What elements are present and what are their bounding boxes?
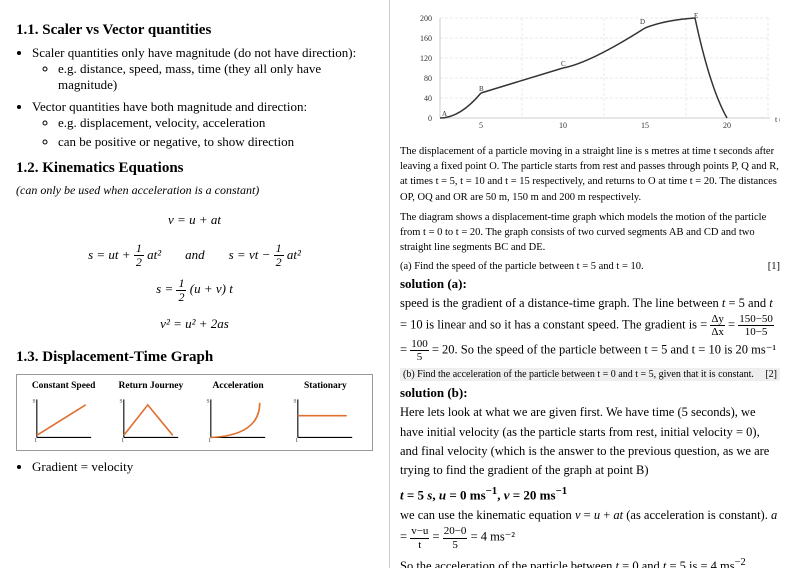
- sol-b-frac1: v−u t: [410, 525, 429, 550]
- section1-list: Scaler quantities only have magnitude (d…: [32, 45, 373, 150]
- svg-text:80: 80: [424, 74, 432, 83]
- sol-b-frac2: 20−0 5: [443, 525, 468, 550]
- svg-text:160: 160: [420, 34, 432, 43]
- section1-title: 1.1. Scaler vs Vector quantities: [16, 22, 373, 39]
- section-2: 1.2. Kinematics Equations (can only be u…: [16, 160, 373, 339]
- eq2: s = ut + 1 2 at²: [88, 241, 161, 270]
- svg-text:200: 200: [420, 14, 432, 23]
- sol-a-frac2: 150−50 10−5: [738, 313, 774, 338]
- part-b-text: (b) Find the acceleration of the particl…: [403, 369, 754, 380]
- sol-b-bold-eq: t = 5 s, u = 0 ms−1, v = 20 ms−1: [400, 485, 780, 503]
- svg-text:E: E: [694, 12, 698, 20]
- section3-title: 1.3. Displacement-Time Graph: [16, 349, 373, 366]
- equations-block: v = u + at s = ut + 1 2 at² and s = vt −…: [16, 206, 373, 339]
- svg-text:5: 5: [479, 121, 483, 130]
- graph-svg-1: t s: [116, 394, 186, 444]
- diagram-text: The diagram shows a displacement-time gr…: [400, 210, 780, 256]
- list-item: can be positive or negative, to show dir…: [58, 134, 373, 150]
- sol-b-final: So the acceleration of the particle betw…: [400, 555, 780, 568]
- graph-label-3: Stationary: [304, 381, 347, 391]
- eq5: v² = u² + 2as: [160, 310, 229, 339]
- svg-text:15: 15: [641, 121, 649, 130]
- list-item: Scaler quantities only have magnitude (d…: [32, 45, 373, 93]
- chart-svg: 0 40 80 120 160 200 5 10 15 20 t (s) A: [400, 8, 780, 138]
- svg-text:120: 120: [420, 54, 432, 63]
- list-item: e.g. distance, speed, mass, time (they a…: [58, 61, 373, 93]
- graph-svg-2: t s: [203, 394, 273, 444]
- svg-text:A: A: [442, 110, 447, 118]
- section2-title: 1.2. Kinematics Equations: [16, 160, 373, 177]
- graph-return: Return Journey t s: [110, 381, 191, 444]
- graph-acceleration: Acceleration t s: [198, 381, 279, 444]
- part-b-label: (b) Find the acceleration of the particl…: [400, 368, 780, 381]
- and-label: and: [185, 241, 205, 270]
- list-item: e.g. displacement, velocity, acceleratio…: [58, 115, 373, 131]
- graph-constant-speed: Constant Speed t s: [23, 381, 104, 444]
- graph-label-1: Return Journey: [119, 381, 184, 391]
- graph-label-2: Acceleration: [213, 381, 264, 391]
- svg-text:s: s: [207, 395, 210, 404]
- sol-a-eq1: =: [728, 317, 738, 331]
- part-a-label: (a) Find the speed of the particle betwe…: [400, 261, 780, 272]
- left-panel: 1.1. Scaler vs Vector quantities Scaler …: [0, 0, 390, 568]
- sol-a-result: = 20. So the speed of the particle betwe…: [432, 343, 776, 357]
- can-only-text: (can only be used when acceleration is a…: [16, 183, 373, 198]
- sol-a-heading: solution (a):: [400, 276, 780, 292]
- part-a-marks: [1]: [768, 261, 780, 272]
- sol-a-frac1: Δy Δx: [710, 313, 725, 338]
- problem-text: The displacement of a particle moving in…: [400, 144, 780, 205]
- section-1: 1.1. Scaler vs Vector quantities Scaler …: [16, 22, 373, 150]
- sol-a-frac3: 100 5: [410, 338, 429, 363]
- right-panel: 0 40 80 120 160 200 5 10 15 20 t (s) A: [390, 0, 790, 568]
- graph-svg-0: t s: [29, 394, 99, 444]
- sol-b-heading: solution (b):: [400, 385, 780, 401]
- svg-text:40: 40: [424, 94, 432, 103]
- svg-text:B: B: [479, 85, 484, 93]
- section-3: 1.3. Displacement-Time Graph Constant Sp…: [16, 349, 373, 475]
- svg-text:s: s: [294, 395, 297, 404]
- graphs-row: Constant Speed t s Return Journey t s: [16, 374, 373, 451]
- part-a-text: (a) Find the speed of the particle betwe…: [400, 261, 644, 272]
- gradient-item: Gradient = velocity: [32, 459, 373, 475]
- sol-b-body2: we can use the kinematic equation v = u …: [400, 506, 780, 551]
- eq4: s = 1 2 (u + v) t: [156, 275, 233, 304]
- sol-b-body1: Here lets look at what we are given firs…: [400, 403, 780, 481]
- svg-text:s: s: [119, 395, 122, 404]
- part-b-marks: [2]: [765, 369, 777, 380]
- svg-text:10: 10: [559, 121, 567, 130]
- graph-label-0: Constant Speed: [32, 381, 96, 391]
- svg-text:20: 20: [723, 121, 731, 130]
- eq1: v = u + at: [168, 206, 221, 235]
- svg-text:t (s): t (s): [775, 115, 780, 124]
- sol-a-body: speed is the gradient of a distance-time…: [400, 294, 780, 364]
- svg-text:C: C: [561, 60, 566, 68]
- svg-text:D: D: [640, 18, 645, 26]
- sol-a-eq2: =: [400, 343, 410, 357]
- chart-area: 0 40 80 120 160 200 5 10 15 20 t (s) A: [400, 8, 780, 138]
- gradient-text: Gradient = velocity: [32, 459, 133, 474]
- list-item: Vector quantities have both magnitude an…: [32, 99, 373, 150]
- svg-text:s: s: [32, 395, 35, 404]
- sol-b-eq: =: [433, 530, 443, 544]
- sol-b-result: = 4 ms⁻²: [471, 530, 515, 544]
- eq3: s = vt − 1 2 at²: [229, 241, 301, 270]
- graph-stationary: Stationary t s: [285, 381, 366, 444]
- graph-svg-3: t s: [290, 394, 360, 444]
- svg-text:0: 0: [428, 114, 432, 123]
- gradient-list: Gradient = velocity: [32, 459, 373, 475]
